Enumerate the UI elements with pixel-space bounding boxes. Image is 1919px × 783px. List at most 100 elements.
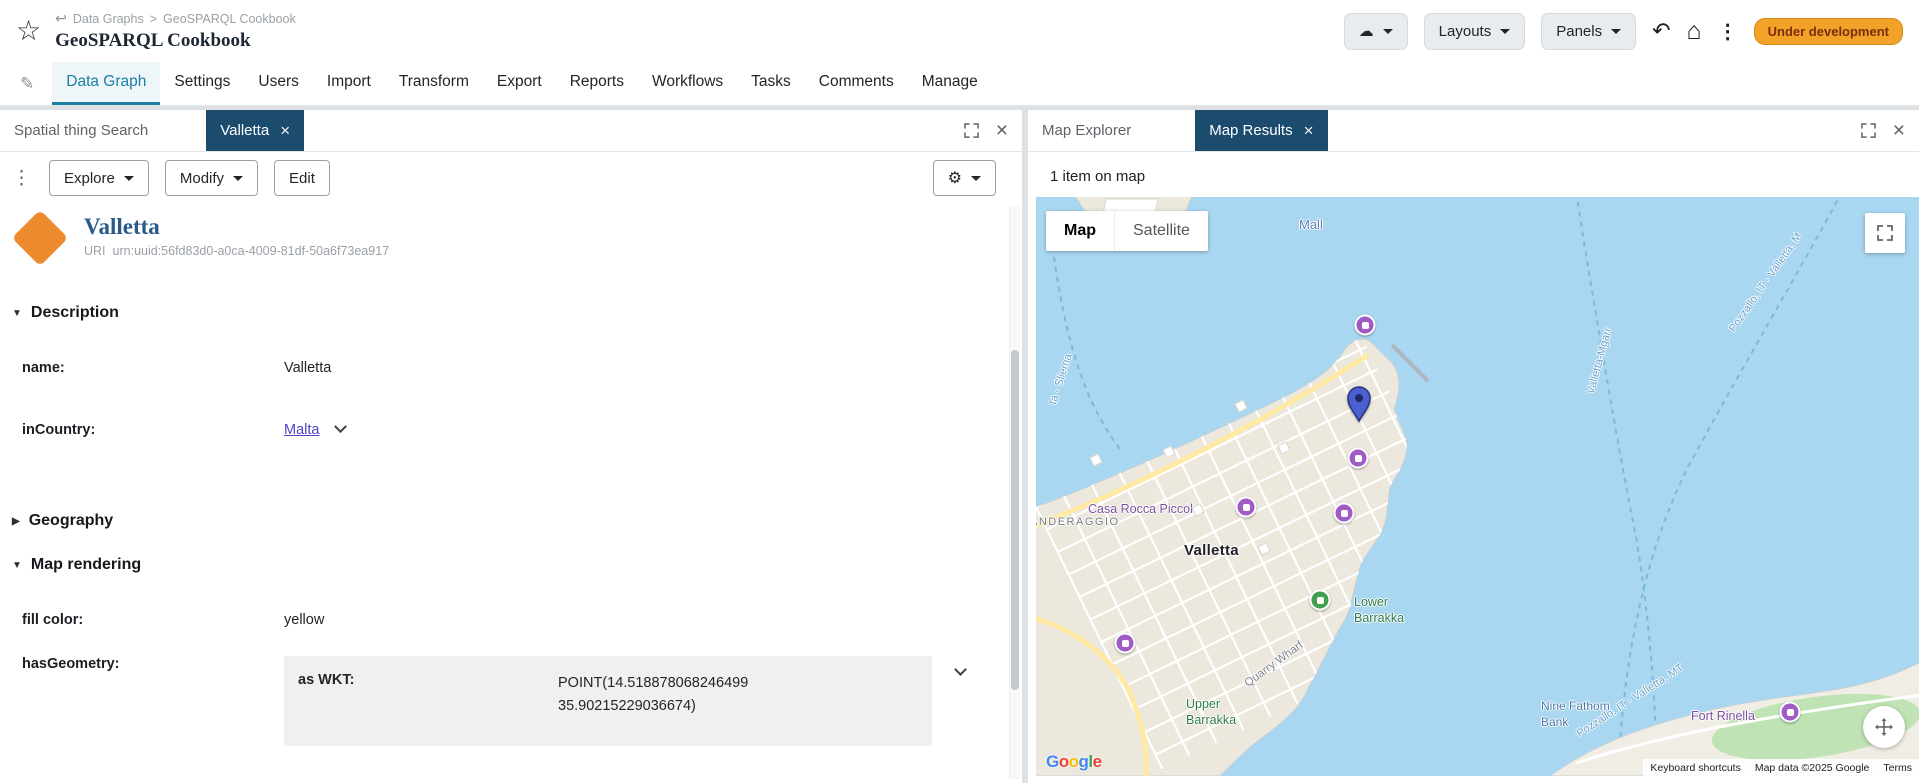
entity-toolbar: ⋮ Explore Modify Edit ⚙ (0, 152, 1022, 204)
entity-uri: URI urn:uuid:56fd83d0-a0ca-4009-81df-50a… (84, 244, 389, 258)
malta-link[interactable]: Malta (284, 422, 319, 438)
shopping-marker (1355, 315, 1376, 336)
map-label: Mall (1299, 217, 1323, 234)
breadcrumb-root[interactable]: Data Graphs (73, 12, 144, 26)
caret-down-icon (233, 176, 243, 181)
caret-down-icon (124, 176, 134, 181)
drag-handle-icon[interactable]: ⋮ (12, 167, 31, 190)
tab-settings[interactable]: Settings (160, 62, 244, 105)
layouts-button[interactable]: Layouts (1424, 13, 1526, 50)
map-canvas[interactable]: Mallta - SliemaPozzallo, IT - Valletta, … (1036, 197, 1919, 776)
favorite-star-icon[interactable]: ☆ (16, 17, 41, 45)
map-status: 1 item on map (1028, 152, 1919, 197)
museum-marker (1115, 633, 1136, 654)
tab-workflows[interactable]: Workflows (638, 62, 737, 105)
tab-valletta[interactable]: Valletta × (206, 110, 304, 151)
tab-import[interactable]: Import (313, 62, 385, 105)
map-label: Quarry Wharf (1242, 638, 1307, 691)
terms-link[interactable]: Terms (1876, 762, 1919, 774)
section-map-rendering-label: Map rendering (31, 556, 141, 574)
tab-comments[interactable]: Comments (805, 62, 908, 105)
tab-map-results[interactable]: Map Results × (1195, 110, 1327, 151)
keyboard-shortcuts-button[interactable]: Keyboard shortcuts (1643, 762, 1747, 774)
section-description[interactable]: ▼ Description (0, 304, 1022, 322)
park-marker (1310, 590, 1331, 611)
field-name-value: Valletta (284, 360, 1022, 376)
entity-panel: Spatial thing Search Valletta × × ⋮ Expl… (0, 110, 1022, 783)
explore-label: Explore (64, 170, 115, 187)
field-name: name: Valletta (0, 360, 1022, 376)
tab-map-explorer[interactable]: Map Explorer (1028, 110, 1145, 151)
kebab-menu-button[interactable]: ⋮ (1718, 19, 1738, 44)
explore-button[interactable]: Explore (49, 160, 149, 196)
settings-gear-button[interactable]: ⚙ (933, 160, 996, 196)
modify-button[interactable]: Modify (165, 160, 258, 196)
pin-marker[interactable] (1346, 386, 1372, 427)
edit-button[interactable]: Edit (274, 160, 330, 196)
uri-label: URI (84, 244, 106, 258)
map-panel: Map Explorer Map Results × × 1 item on m… (1028, 110, 1919, 783)
close-tab-icon[interactable]: × (280, 121, 290, 141)
caret-down-icon (1383, 29, 1393, 34)
map-type-satellite-button[interactable]: Satellite (1114, 211, 1208, 251)
field-has-geometry: hasGeometry: as WKT: POINT(14.5188780682… (0, 656, 1022, 746)
panels-button[interactable]: Panels (1541, 13, 1636, 50)
map-type-map-button[interactable]: Map (1046, 211, 1114, 251)
google-logo[interactable]: Google (1046, 752, 1102, 772)
cloud-menu-button[interactable]: ☁ (1344, 13, 1408, 50)
map-pan-button[interactable] (1863, 706, 1905, 748)
map-label: Fort Rinella (1691, 708, 1755, 724)
tab-reports[interactable]: Reports (556, 62, 638, 105)
main-nav: ✎ Data Graph Settings Users Import Trans… (0, 62, 1919, 106)
undo-button[interactable]: ↶ (1652, 18, 1670, 44)
museum-marker (1348, 448, 1369, 469)
tab-map-results-label: Map Results (1209, 122, 1292, 139)
scrollbar-thumb[interactable] (1011, 350, 1019, 690)
field-has-geometry-label: hasGeometry: (22, 656, 284, 672)
wkt-value: POINT(14.518878068246499 35.902152290366… (558, 672, 776, 730)
page-title: GeoSPARQL Cookbook (55, 30, 296, 52)
expand-panel-button[interactable] (1861, 123, 1876, 138)
wkt-box: as WKT: POINT(14.518878068246499 35.9021… (284, 656, 932, 746)
tab-transform[interactable]: Transform (385, 62, 483, 105)
entity-diamond-icon (12, 210, 69, 267)
field-fill-color: fill color: yellow (0, 612, 1022, 628)
close-panel-button[interactable]: × (1893, 119, 1905, 143)
gear-icon: ⚙ (948, 168, 962, 188)
back-arrow-icon[interactable]: ↩ (55, 10, 67, 27)
close-tab-icon[interactable]: × (1304, 121, 1314, 141)
caret-down-icon (971, 176, 981, 181)
tab-export[interactable]: Export (483, 62, 556, 105)
attraction-marker (1334, 503, 1355, 524)
section-geography[interactable]: ▶ Geography (0, 512, 1022, 530)
map-type-control: Map Satellite (1046, 211, 1208, 251)
tab-spatial-thing-search[interactable]: Spatial thing Search (0, 110, 162, 151)
vertical-scrollbar[interactable] (1009, 206, 1020, 779)
close-panel-button[interactable]: × (996, 119, 1008, 143)
chevron-down-icon[interactable] (334, 420, 347, 433)
tab-manage[interactable]: Manage (908, 62, 992, 105)
home-button[interactable]: ⌂ (1687, 17, 1702, 46)
breadcrumb: ↩ Data Graphs > GeoSPARQL Cookbook (55, 10, 296, 27)
tab-data-graph[interactable]: Data Graph (52, 62, 160, 105)
map-label: Nine Fathom Bank (1541, 699, 1610, 730)
map-label: ANDERAGGIO (1036, 515, 1120, 529)
field-incountry: inCountry: Malta (0, 422, 1022, 438)
tab-users[interactable]: Users (244, 62, 312, 105)
building-marker (1089, 453, 1102, 466)
section-map-rendering[interactable]: ▼ Map rendering (0, 556, 1022, 574)
edit-label: Edit (289, 170, 315, 187)
map-fullscreen-button[interactable] (1865, 213, 1905, 253)
collapse-triangle-icon: ▼ (12, 560, 22, 571)
expand-panel-button[interactable] (964, 123, 979, 138)
pencil-icon[interactable]: ✎ (20, 74, 34, 94)
collapsed-triangle-icon: ▶ (12, 516, 20, 527)
map-copyright: Map data ©2025 Google (1748, 762, 1877, 774)
attraction-marker (1780, 702, 1801, 723)
entity-panel-header: Spatial thing Search Valletta × × (0, 110, 1022, 152)
building-marker (1277, 441, 1290, 454)
fullscreen-icon (1877, 225, 1893, 241)
expand-geometry-button[interactable] (956, 662, 965, 677)
tab-tasks[interactable]: Tasks (737, 62, 805, 105)
building-marker (1257, 542, 1270, 555)
